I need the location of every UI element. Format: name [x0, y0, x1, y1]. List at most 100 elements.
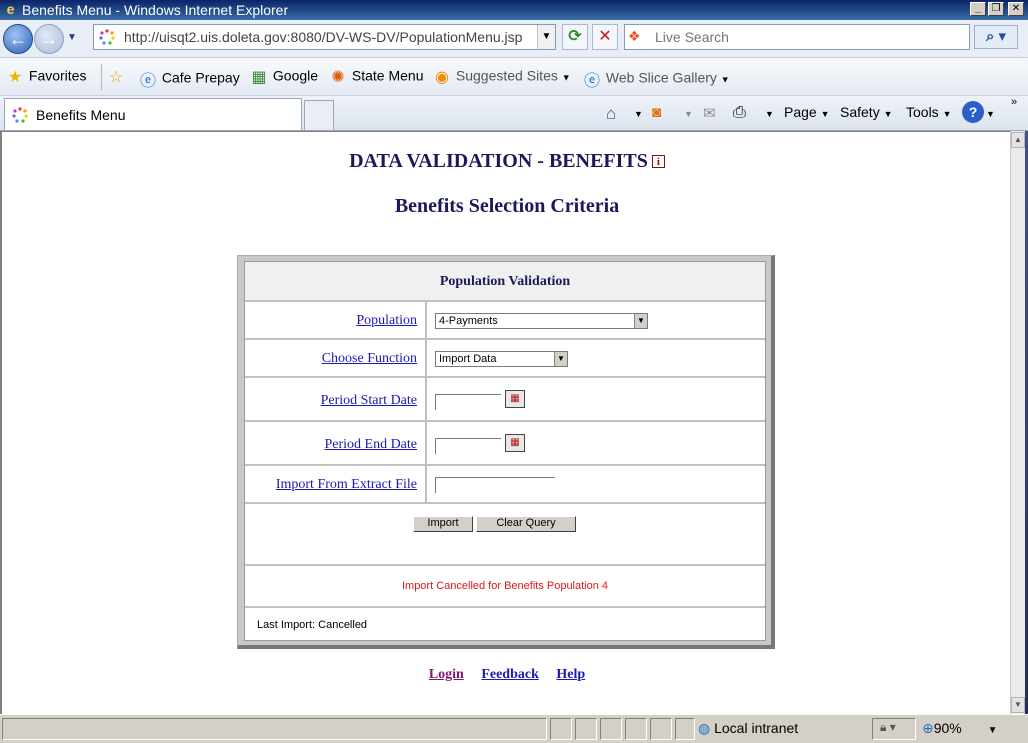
import-from-extract-file-link[interactable]: Import From Extract File — [276, 477, 417, 492]
rss-feeds-icon[interactable]: ◙ — [652, 104, 661, 121]
vertical-scrollbar[interactable]: ▲ ▼ — [1010, 131, 1025, 714]
end-date-input[interactable] — [435, 438, 501, 454]
favorites-button[interactable]: ★ Favorites — [5, 67, 87, 87]
more-commands-icon[interactable]: » — [1011, 96, 1017, 108]
back-button[interactable]: ← — [3, 24, 33, 54]
page-content: DATA VALIDATION - BENEFITS i Benefits Sel… — [0, 131, 1010, 714]
google-icon: ▦ — [251, 69, 267, 86]
url-input[interactable] — [122, 28, 532, 46]
feedback-link[interactable]: Feedback — [481, 667, 539, 682]
function-select[interactable]: Import Data ▼ — [435, 351, 568, 367]
read-mail-icon[interactable]: ✉ — [703, 104, 716, 122]
period-end-date-link[interactable]: Period End Date — [324, 437, 417, 452]
status-message: Import Cancelled for Benefits Population… — [401, 580, 609, 592]
tools-menu[interactable]: Tools ▼ — [906, 104, 952, 120]
fav-google[interactable]: ▦ Google — [249, 67, 318, 87]
panel-inner: Population Validation Population 4-Payme… — [244, 261, 766, 641]
fav-suggested-sites[interactable]: ◉ Suggested Sites ▼ — [432, 67, 571, 87]
new-tab-button[interactable] — [304, 100, 334, 130]
calendar-icon[interactable]: ▦ — [505, 390, 525, 408]
ie-page-icon: ⓔ — [139, 73, 156, 90]
fav-web-slice-gallery[interactable]: ⓔ Web Slice Gallery ▼ — [582, 67, 730, 91]
fav-cafe-prepay[interactable]: ⓔ Cafe Prepay — [138, 67, 240, 91]
function-row: Choose Function Import Data ▼ — [245, 340, 765, 378]
population-select[interactable]: 4-Payments ▼ — [435, 313, 648, 329]
search-box: ❖ — [624, 24, 970, 50]
extract-file-row: Import From Extract File — [245, 466, 765, 504]
last-import-status: Last Import: Cancelled — [257, 619, 368, 631]
status-text-pane — [2, 718, 547, 740]
add-favorite-icon[interactable]: ☆ — [106, 67, 126, 87]
safety-menu[interactable]: Safety ▼ — [840, 104, 893, 120]
tab-command-bar: Benefits Menu ⌂ ▼ ◙ ▼ ✉ ⎙ ▼ Page ▼ Safet… — [0, 96, 1028, 131]
population-validation-panel: Population Validation Population 4-Payme… — [237, 255, 775, 649]
suggested-sites-icon: ◉ — [435, 69, 449, 86]
tab-label: Benefits Menu — [36, 107, 126, 123]
status-pane — [575, 718, 597, 740]
chevron-down-icon: ▼ — [554, 352, 567, 366]
star-icon: ★ — [7, 69, 23, 86]
start-date-input[interactable] — [435, 394, 501, 410]
site-favicon-icon — [99, 29, 115, 45]
status-pane — [600, 718, 622, 740]
globe-icon: ◍ — [698, 720, 711, 736]
start-date-row: Period Start Date ▦ — [245, 378, 765, 422]
status-pane — [550, 718, 572, 740]
lock-icon: 🔒︎ ▾ — [880, 720, 896, 734]
message-row: Import Cancelled for Benefits Population… — [245, 566, 765, 608]
stop-button[interactable]: ✕ — [592, 24, 618, 50]
population-link[interactable]: Population — [356, 313, 417, 328]
search-go-button[interactable]: ⌕ ▾ — [974, 25, 1018, 49]
print-icon[interactable]: ⎙ — [733, 104, 746, 122]
clear-query-button[interactable]: Clear Query — [476, 516, 576, 532]
help-link[interactable]: Help — [556, 667, 585, 682]
scroll-down-icon[interactable]: ▼ — [1011, 697, 1025, 713]
zoom-level[interactable]: ⊕90% ▼ — [922, 720, 998, 737]
actions-row: Import Clear Query — [245, 504, 765, 566]
end-date-row: Period End Date ▦ — [245, 422, 765, 466]
history-dropdown-icon[interactable]: ▼ — [67, 32, 77, 43]
live-search-icon: ❖ — [628, 28, 641, 44]
page-menu[interactable]: Page ▼ — [784, 104, 830, 120]
status-bar: ◍ Local intranet 🔒︎ ▾ ⊕90% ▼ — [0, 714, 1028, 743]
scroll-up-icon[interactable]: ▲ — [1011, 132, 1025, 148]
url-dropdown-icon[interactable]: ▼ — [537, 25, 555, 49]
import-button[interactable]: Import — [413, 516, 473, 532]
refresh-button[interactable]: ⟳ — [562, 24, 588, 50]
login-link[interactable]: Login — [429, 667, 464, 682]
address-toolbar: ← → ▼ ▼ ⟳ ✕ ❖ ⌕ ▾ — [0, 20, 1028, 58]
status-pane — [650, 718, 672, 740]
favorites-separator — [101, 64, 102, 90]
zoom-icon: ⊕ — [922, 720, 934, 736]
site-favicon-icon: ✺ — [331, 69, 345, 86]
tab-benefits-menu[interactable]: Benefits Menu — [4, 98, 302, 130]
print-dropdown-icon[interactable]: ▼ — [765, 104, 774, 120]
extract-file-input[interactable] — [435, 477, 555, 493]
calendar-icon[interactable]: ▦ — [505, 434, 525, 452]
help-icon[interactable]: ? — [962, 101, 984, 123]
maximize-button[interactable]: ❐ — [988, 2, 1004, 16]
page-subtitle: Benefits Selection Criteria — [394, 195, 620, 217]
population-row: Population 4-Payments ▼ — [245, 302, 765, 340]
info-icon[interactable]: i — [651, 155, 665, 168]
home-icon[interactable]: ⌂ — [606, 104, 616, 124]
site-favicon-icon — [12, 107, 28, 123]
chevron-down-icon: ▼ — [634, 314, 647, 328]
period-start-date-link[interactable]: Period Start Date — [321, 393, 417, 408]
choose-function-link[interactable]: Choose Function — [322, 351, 417, 366]
minimize-button[interactable]: _ — [970, 2, 986, 16]
search-input[interactable] — [653, 28, 963, 46]
home-dropdown-icon[interactable]: ▼ — [634, 104, 643, 120]
fav-state-menu[interactable]: ✺ State Menu — [328, 67, 423, 87]
security-zone: ◍ Local intranet — [698, 720, 799, 736]
feeds-dropdown-icon[interactable]: ▼ — [684, 104, 693, 120]
forward-button[interactable]: → — [34, 24, 64, 54]
address-bar: ▼ — [93, 24, 556, 50]
help-dropdown-icon[interactable]: ▼ — [986, 104, 995, 120]
footer-links: Login Feedback Help — [2, 667, 1012, 683]
ie-page-icon: ⓔ — [583, 73, 600, 90]
close-window-button[interactable]: ✕ — [1008, 2, 1024, 16]
status-pane — [675, 718, 695, 740]
window-titlebar: e Benefits Menu - Windows Internet Explo… — [0, 0, 1028, 20]
panel-header: Population Validation — [245, 262, 765, 302]
